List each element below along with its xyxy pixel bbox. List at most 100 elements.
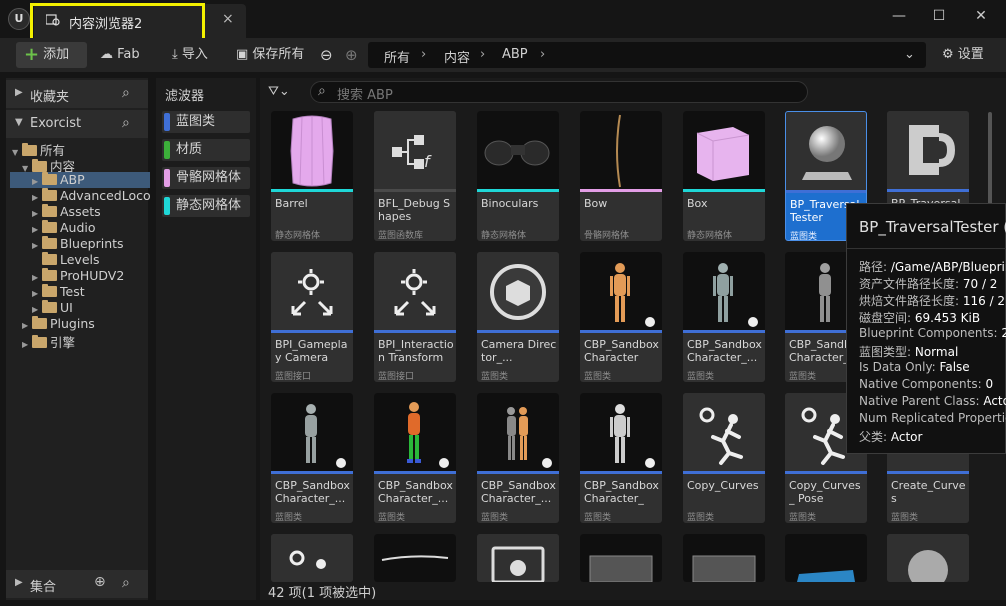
asset-tile-bow[interactable]: Bow 骨骼网格体 (580, 111, 662, 241)
tab-close-icon[interactable]: × (222, 11, 234, 27)
breadcrumb-all[interactable]: 所有 (384, 47, 410, 66)
asset-tile-cbp-sandbox-character-4[interactable]: CBP_Sandbox Character_... 蓝图类 (271, 393, 353, 523)
search-input[interactable]: ⌕ 搜索 ABP (310, 81, 808, 103)
tree-item-assets[interactable]: ▶ Assets (32, 204, 101, 220)
asset-type: 蓝图接口 (378, 372, 415, 382)
asset-tile-binoculars[interactable]: Binoculars 静态网格体 (477, 111, 559, 241)
chevron-down-icon[interactable]: ⌄ (904, 47, 915, 62)
collections-header[interactable]: ▶ 集合 ⊕ ⌕ (6, 570, 148, 598)
filter-blueprint-class[interactable]: 蓝图类 (162, 111, 250, 133)
back-button[interactable]: ⊖ (320, 42, 333, 68)
asset-type-strip (477, 189, 559, 192)
asset-tile-cbp-sandbox-character-u[interactable]: CBP_Sandbox Character_U... 蓝图类 (580, 393, 662, 523)
settings-button[interactable]: ⚙ 设置 (942, 42, 984, 68)
filter-static-mesh[interactable]: 静态网格体 (162, 195, 250, 217)
add-collection-icon[interactable]: ⊕ (94, 574, 106, 590)
asset-tile-bpi-gameplay-camera[interactable]: BPI_Gameplay Camera 蓝图接口 (271, 252, 353, 382)
tree-item-prohudv2[interactable]: ▶ ProHUDV2 (32, 268, 124, 284)
plus-icon: + (24, 44, 40, 65)
tree-item-test[interactable]: ▶ Test (32, 284, 85, 300)
asset-tile-cbp-sandbox-character-2[interactable]: CBP_Sandbox Character_... 蓝图类 (683, 252, 765, 382)
search-icon[interactable]: ⌕ (122, 115, 130, 131)
breadcrumb-separator-icon: › (540, 47, 546, 62)
asset-tile-cbp-sandbox-character-6[interactable]: CBP_Sandbox Character_... 蓝图类 (477, 393, 559, 523)
asset-tile-cbp-sandbox-character[interactable]: CBP_Sandbox Character 蓝图类 (580, 252, 662, 382)
asset-tile-camera-director[interactable]: Camera Director_... 蓝图类 (477, 252, 559, 382)
minimize-button[interactable]: — (884, 5, 914, 27)
add-button[interactable]: + 添加 (16, 42, 87, 68)
asset-tile-row4-1[interactable] (271, 534, 353, 582)
import-icon: ⤓ (172, 47, 182, 62)
tooltip-key: 蓝图类型: (859, 345, 915, 359)
asset-tile-bpi-interaction-transform[interactable]: BPI_Interaction Transform 蓝图接口 (374, 252, 456, 382)
search-icon[interactable]: ⌕ (122, 575, 130, 591)
asset-thumbnail: f (374, 111, 456, 189)
project-header[interactable]: ▼ Exorcist ⌕ (6, 110, 148, 138)
asset-name: CBP_Sandbox Character_... (481, 479, 556, 505)
asset-tile-row4-3[interactable] (477, 534, 559, 582)
tooltip-value: 0 (985, 377, 994, 391)
asset-tile-row4-2[interactable] (374, 534, 456, 582)
chevron-right-icon: ▶ (22, 321, 29, 330)
tree-label: ProHUDV2 (60, 268, 125, 283)
tree-item-advancedloco[interactable]: ▶ AdvancedLoco (32, 188, 151, 204)
unreal-logo-icon[interactable]: U (8, 8, 30, 30)
tree-item-plugins[interactable]: ▶ Plugins (22, 316, 95, 332)
save-all-button[interactable]: ▣ 保存所有 (236, 42, 304, 68)
content-browser-icon (46, 14, 60, 26)
close-window-button[interactable]: ✕ (966, 5, 996, 27)
tree-item-blueprints[interactable]: ▶ Blueprints (32, 236, 124, 252)
search-icon[interactable]: ⌕ (122, 85, 130, 101)
asset-tile-barrel[interactable]: Barrel 静态网格体 (271, 111, 353, 241)
filter-label: 蓝图类 (176, 114, 216, 129)
tree-item-ui[interactable]: ▶ UI (32, 300, 73, 316)
tree-item-audio[interactable]: ▶ Audio (32, 220, 96, 236)
asset-tile-bfl-debug-shapes[interactable]: f BFL_Debug Shapes 蓝图函数库 (374, 111, 456, 241)
tree-label: Plugins (50, 316, 95, 331)
asset-type-strip (785, 471, 867, 474)
asset-tile-row4-5[interactable] (683, 534, 765, 582)
fab-button[interactable]: ☁ Fab (100, 42, 140, 68)
maximize-button[interactable]: ☐ (924, 5, 954, 27)
search-placeholder: 搜索 ABP (337, 88, 393, 103)
asset-tile-cbp-sandbox-character-5[interactable]: CBP_Sandbox Character_... 蓝图类 (374, 393, 456, 523)
filter-color-bar (164, 113, 170, 131)
asset-type: 蓝图类 (275, 513, 303, 523)
collections-label: 集合 (30, 580, 57, 595)
forward-button[interactable]: ⊕ (345, 42, 358, 68)
favorites-header[interactable]: ▶ 收藏夹 ⌕ (6, 80, 148, 108)
tooltip-value: Acto (983, 394, 1006, 408)
tree-item-content[interactable]: ▼ 内容 (22, 156, 75, 174)
filter-skeletal-mesh[interactable]: 骨骼网格体 (162, 167, 250, 189)
asset-tile-row4-6[interactable] (785, 534, 867, 582)
tooltip-row-is-data-only: Is Data Only: False (859, 360, 970, 374)
asset-tile-box[interactable]: Box 静态网格体 (683, 111, 765, 241)
asset-tile-row4-7[interactable] (887, 534, 969, 582)
breadcrumb-abp[interactable]: ABP (502, 47, 528, 62)
settings-label: 设置 (957, 47, 984, 62)
asset-thumbnail (271, 393, 353, 471)
folder-icon (42, 172, 57, 185)
asset-name: Binoculars (481, 197, 539, 210)
breadcrumb-separator-icon: › (421, 47, 427, 62)
filter-dropdown-icon[interactable]: ⛛⌄ (268, 84, 290, 99)
asset-tile-copy-curves[interactable]: Copy_Curves 蓝图类 (683, 393, 765, 523)
tree-item-all[interactable]: ▼ 所有 (12, 140, 65, 158)
asset-thumbnail (887, 111, 969, 189)
import-button[interactable]: ⤓ 导入 (172, 42, 208, 68)
asset-type: 静态网格体 (275, 231, 321, 241)
filter-material[interactable]: 材质 (162, 139, 250, 161)
tab-label: 内容浏览器2 (69, 17, 143, 32)
folder-icon (42, 220, 57, 233)
tab-content-browser[interactable]: 内容浏览器2 × (34, 4, 246, 38)
tree-item-abp[interactable]: ▶ ABP (10, 172, 150, 188)
asset-thumbnail (580, 252, 662, 330)
tree-item-engine[interactable]: ▶ 引擎 (22, 332, 75, 350)
chevron-right-icon: ▶ (15, 87, 23, 98)
tree-item-levels[interactable]: Levels (42, 252, 100, 268)
tooltip-key: Num Replicated Propertie (859, 411, 1006, 425)
folder-icon (42, 236, 57, 249)
breadcrumb-content[interactable]: 内容 (444, 47, 470, 66)
asset-tile-row4-4[interactable] (580, 534, 662, 582)
asset-name: BPI_Interaction Transform (378, 338, 454, 364)
